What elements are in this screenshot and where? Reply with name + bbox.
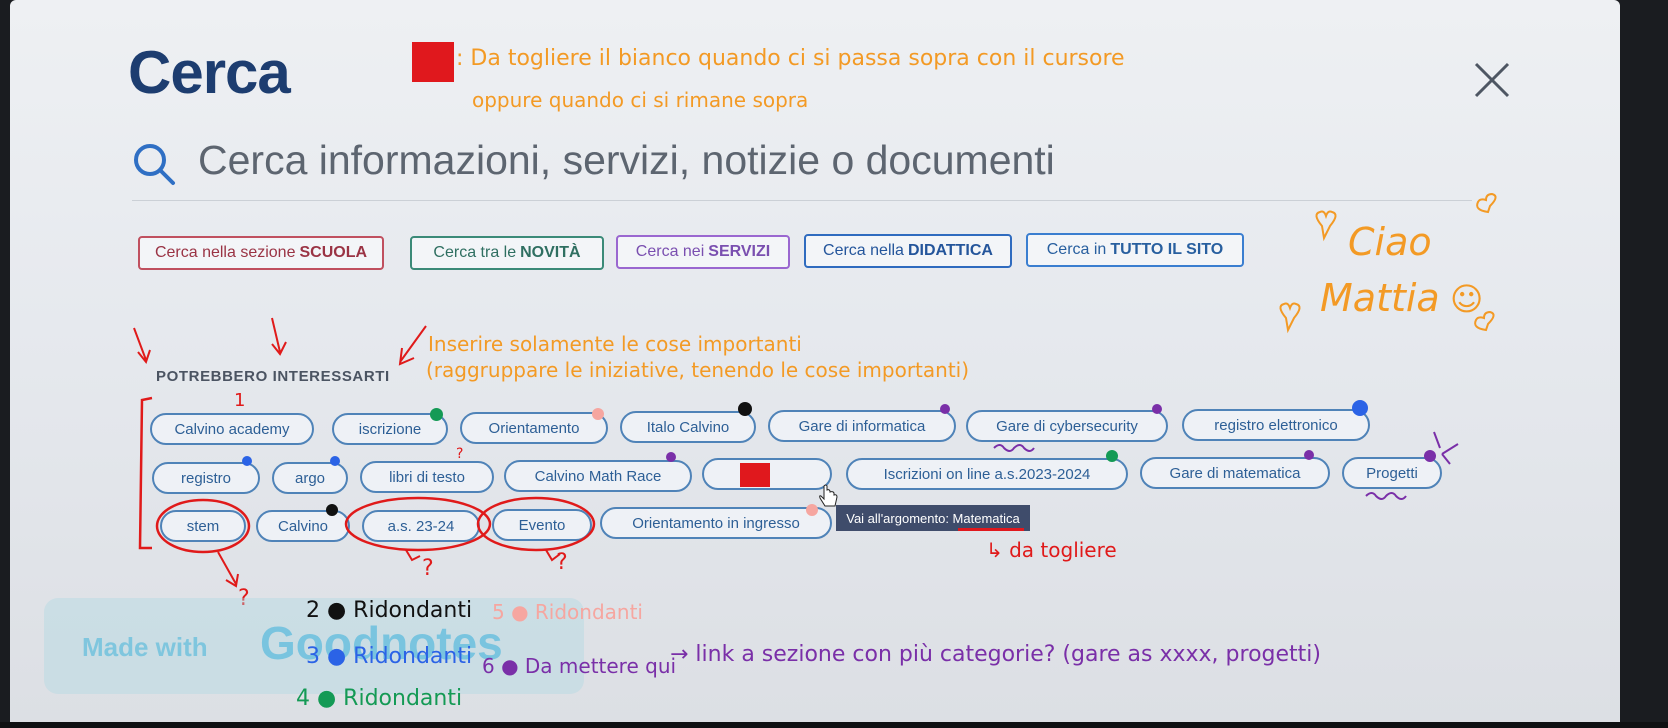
annotation-link-note: → link a sezione con più categorie? (gar…	[670, 642, 1321, 667]
annotation-smile: ☺	[1450, 280, 1484, 318]
annotation-greeting: Ciao	[1348, 220, 1432, 264]
annotation-question: ?	[556, 550, 568, 575]
legend-item-4: 4 ● Ridondanti	[296, 686, 463, 711]
annotation-note-group: (raggruppare le iniziative, tenendo le c…	[426, 358, 970, 382]
screen: Cerca Cerca nella sezioneSCUOLA Cerca tr…	[10, 0, 1620, 724]
annotation-number-1: 1	[234, 390, 246, 411]
legend-item-6: 6 ● Da mettere qui	[482, 654, 677, 678]
annotation-remove-tooltip: ↳ da togliere	[986, 538, 1117, 562]
annotation-question: ?	[456, 446, 464, 462]
annotation-question: ?	[422, 556, 434, 581]
legend-item-5: 5 ● Ridondanti	[492, 600, 643, 624]
watermark-made-with: Made with	[82, 632, 208, 662]
annotation-note-hover-2: oppure quando ci si rimane sopra	[472, 88, 809, 112]
legend-item-3: 3 ● Ridondanti	[306, 644, 473, 669]
annotation-note-important: Inserire solamente le cose importanti	[428, 332, 802, 356]
monitor-bezel	[0, 722, 1668, 728]
legend-item-2: 2 ● Ridondanti	[306, 598, 473, 623]
annotation-note-hover: : Da togliere il bianco quando ci si pas…	[456, 46, 1125, 71]
annotation-greeting-name: Mattia	[1320, 276, 1440, 320]
